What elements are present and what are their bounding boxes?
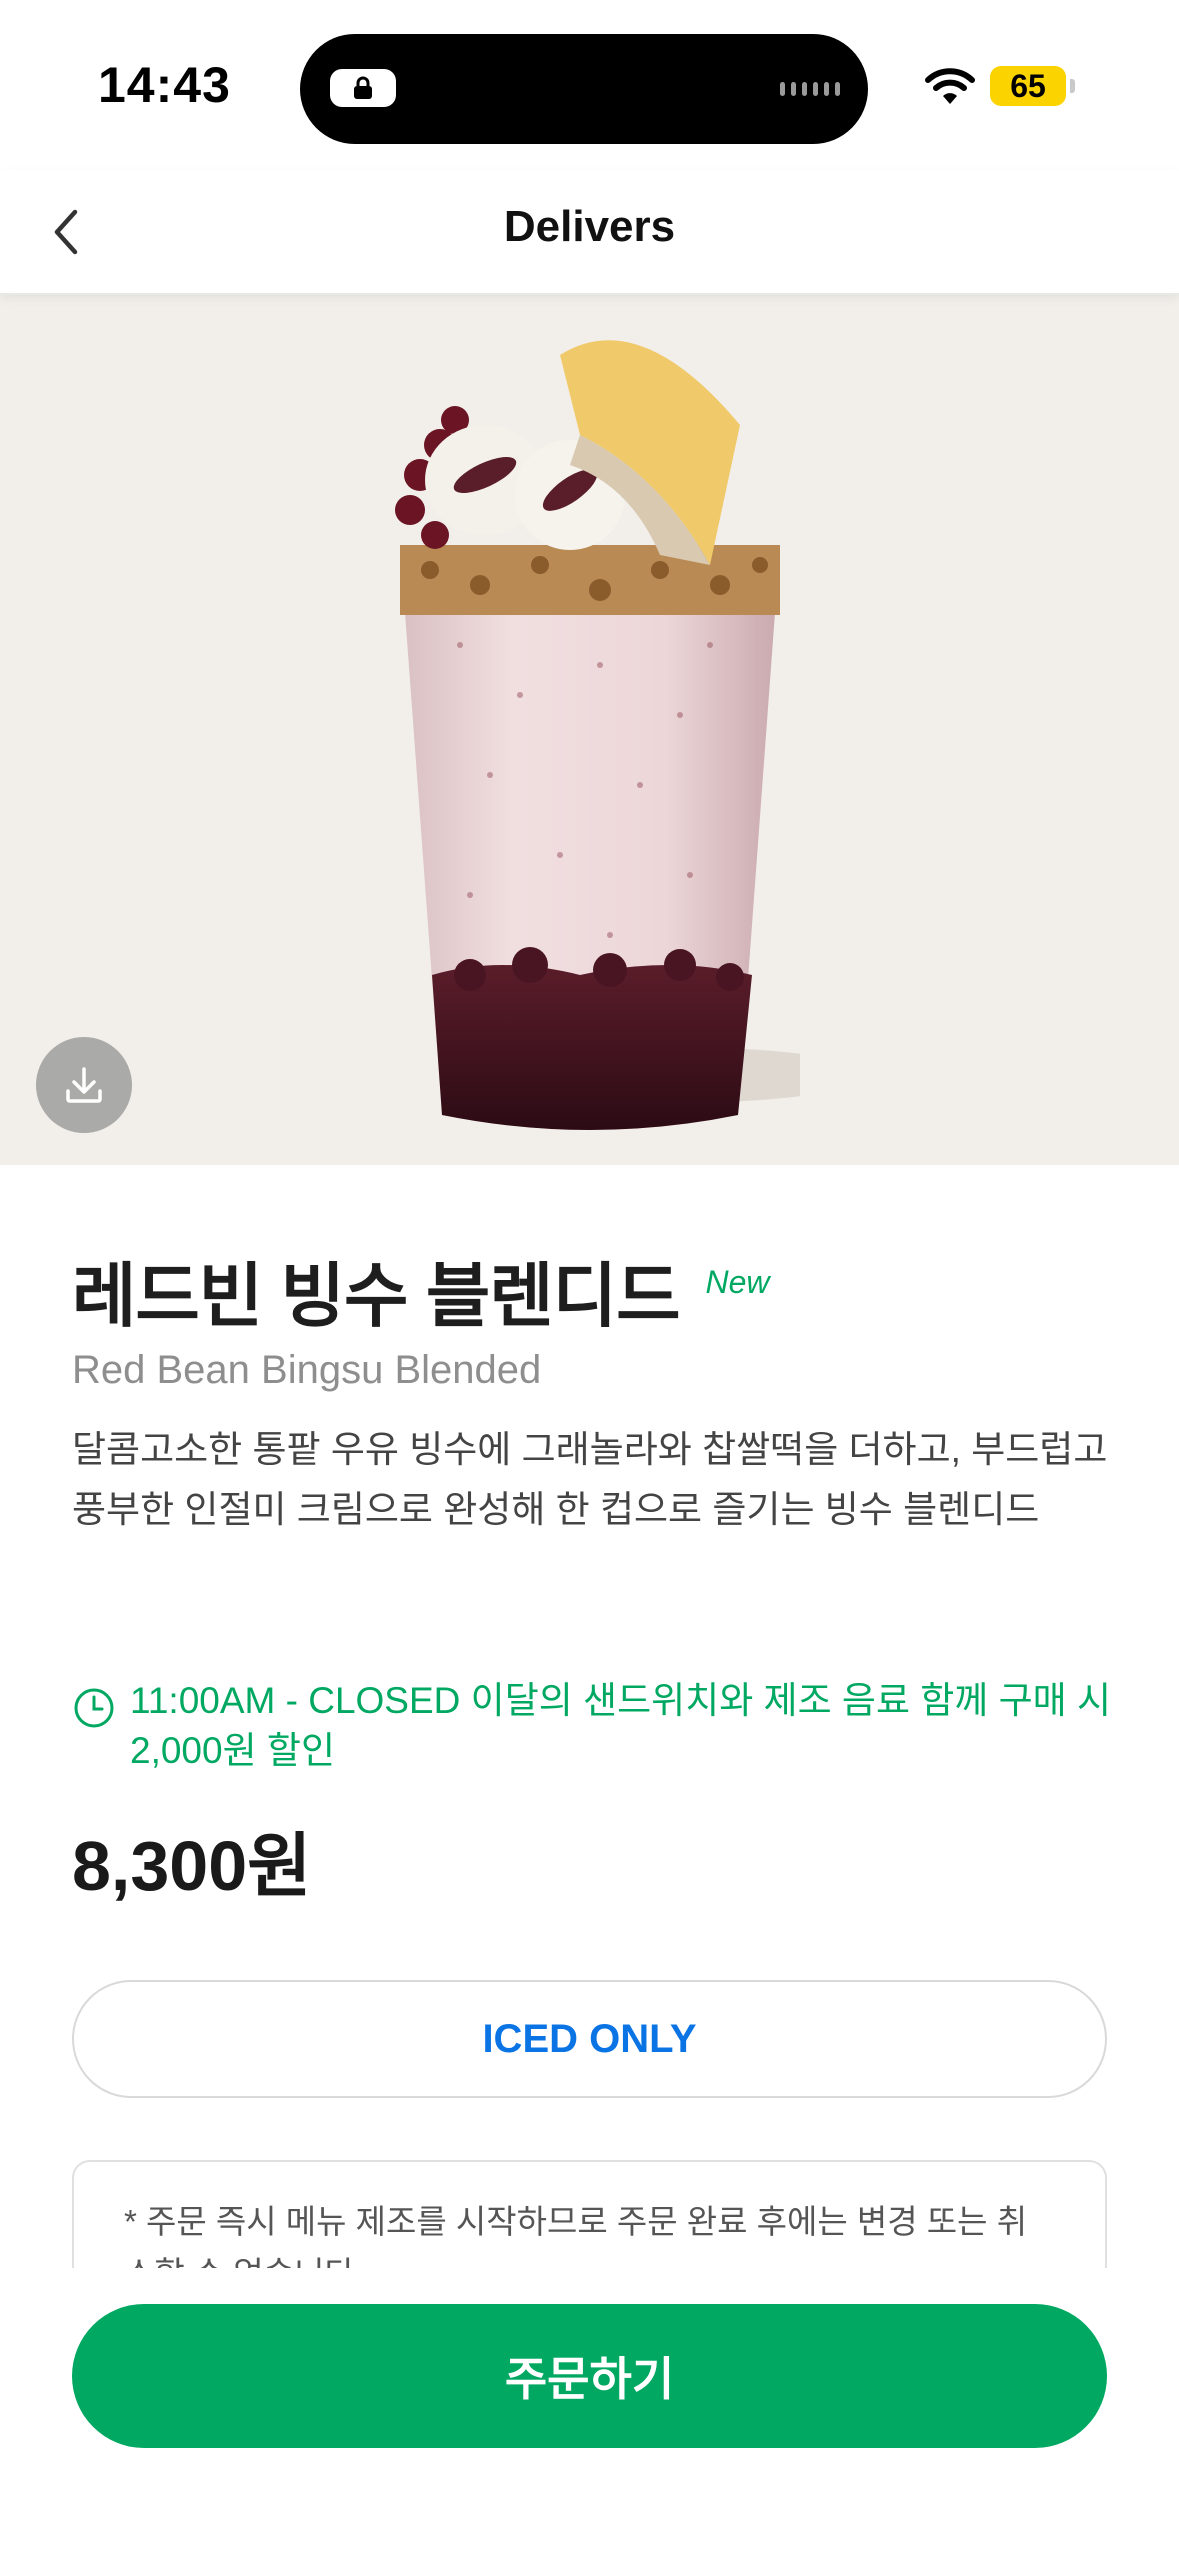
drink-illustration: [395, 340, 800, 1130]
temperature-option[interactable]: ICED ONLY: [72, 1980, 1107, 2098]
bottom-action-bar: 주문하기: [0, 2268, 1179, 2556]
product-name-row: 레드빈 빙수 블렌디드 New: [72, 1240, 770, 1341]
order-button[interactable]: 주문하기: [72, 2304, 1107, 2448]
product-image: [0, 295, 1179, 1165]
promo-text: 11:00AM - CLOSED 이달의 샌드위치와 제조 음료 함께 구매 시…: [130, 1680, 1112, 1771]
nav-bar: Delivers: [0, 170, 1179, 295]
promo-info: 11:00AM - CLOSED 이달의 샌드위치와 제조 음료 함께 구매 시…: [72, 1676, 1117, 1776]
product-price: 8,300원: [72, 1827, 312, 1905]
product-name-english: Red Bean Bingsu Blended: [72, 1348, 542, 1392]
download-icon: [66, 1067, 102, 1103]
dynamic-island: [300, 34, 868, 144]
lock-icon: [330, 69, 396, 107]
product-name: 레드빈 빙수 블렌디드: [72, 1257, 680, 1335]
status-bar: 14:43 65: [0, 0, 1179, 170]
wifi-icon: [925, 68, 975, 104]
activity-dots: [780, 82, 840, 96]
status-time: 14:43: [98, 57, 231, 113]
page-title: Delivers: [503, 202, 676, 251]
new-badge: New: [705, 1264, 770, 1300]
download-button[interactable]: [36, 1037, 132, 1133]
clock-icon: [74, 1688, 114, 1728]
product-description: 달콤고소한 통팥 우유 빙수에 그래놀라와 찹쌀떡을 더하고, 부드럽고 풍부한…: [72, 1429, 1108, 1530]
battery-indicator: 65: [990, 66, 1075, 106]
